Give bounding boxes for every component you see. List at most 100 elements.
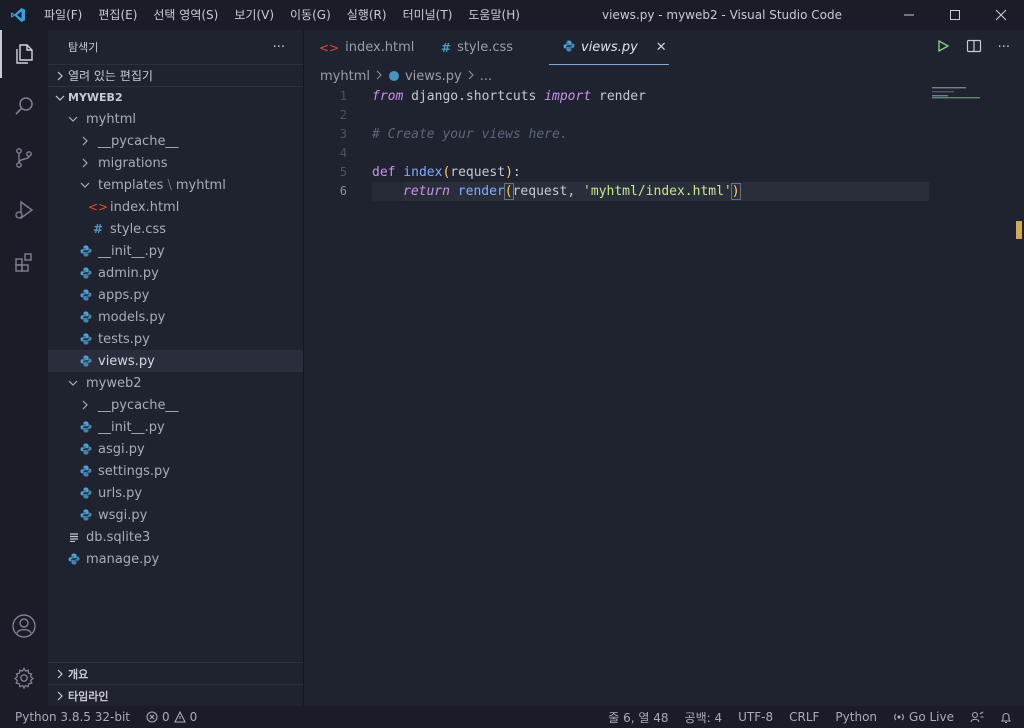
outline-section[interactable]: 개요: [48, 662, 303, 684]
tree-item[interactable]: __pycache__: [48, 394, 303, 416]
window-controls: [886, 0, 1024, 30]
run-debug-activity-button[interactable]: [0, 186, 48, 234]
code-comment: # Create your views here.: [372, 127, 568, 142]
cursor-position[interactable]: 줄 6, 열 48: [600, 709, 676, 726]
explorer-title: 탐색기: [68, 41, 99, 54]
tab-index-html[interactable]: <> index.html: [305, 30, 427, 65]
go-live-button[interactable]: Go Live: [885, 710, 962, 724]
minimap[interactable]: [930, 85, 1010, 105]
menu-file[interactable]: 파일(F): [36, 0, 90, 30]
python-file-icon: [78, 438, 94, 460]
vscode-logo-icon: [0, 0, 36, 30]
tab-bar: <> index.html # style.css views.py ✕ ···: [305, 30, 1024, 65]
open-editors-section[interactable]: 열려 있는 편집기: [48, 64, 303, 86]
indentation[interactable]: 공백: 4: [677, 709, 731, 726]
tree-item[interactable]: migrations: [48, 152, 303, 174]
python-file-icon: [388, 70, 400, 82]
chevron-down-icon: [52, 93, 68, 103]
code-line-4: 4: [305, 144, 1005, 163]
tree-item[interactable]: tests.py: [48, 328, 303, 350]
tree-item[interactable]: __pycache__: [48, 130, 303, 152]
menu-bar: 파일(F) 편집(E) 선택 영역(S) 보기(V) 이동(G) 실행(R) 터…: [36, 0, 528, 30]
tree-item[interactable]: <> index.html: [48, 196, 303, 218]
menu-run[interactable]: 실행(R): [339, 0, 395, 30]
import-name: render: [591, 89, 646, 104]
timeline-section[interactable]: 타임라인: [48, 684, 303, 706]
tab-label: style.css: [457, 40, 514, 55]
minimize-button[interactable]: [886, 0, 932, 30]
bell-icon: [1000, 712, 1012, 723]
tree-item[interactable]: myweb2: [48, 372, 303, 394]
menu-edit[interactable]: 편집(E): [90, 0, 145, 30]
close-window-button[interactable]: [978, 0, 1024, 30]
more-actions-button[interactable]: ···: [998, 40, 1010, 55]
line-number: 5: [339, 165, 347, 179]
chevron-down-icon: [66, 372, 80, 394]
source-control-activity-button[interactable]: [0, 134, 48, 182]
title-bar: 파일(F) 편집(E) 선택 영역(S) 보기(V) 이동(G) 실행(R) 터…: [0, 0, 1024, 30]
call-name: render: [449, 184, 505, 199]
tab-views-py[interactable]: views.py ✕: [549, 30, 669, 65]
tree-item[interactable]: __init__.py: [48, 240, 303, 262]
menu-terminal[interactable]: 터미널(T): [395, 0, 461, 30]
problems-indicator[interactable]: 0 0: [146, 710, 197, 724]
notifications-button[interactable]: [992, 711, 1024, 724]
files-icon: [16, 44, 33, 64]
breadcrumb-symbols[interactable]: ...: [480, 69, 492, 84]
breadcrumb-file[interactable]: views.py: [405, 69, 462, 84]
explorer-more-icon[interactable]: ···: [273, 40, 285, 55]
accounts-activity-button[interactable]: [0, 602, 48, 650]
tab-style-css[interactable]: # style.css: [427, 30, 545, 65]
vertical-scrollbar[interactable]: [1010, 87, 1024, 706]
tree-item[interactable]: views.py: [48, 350, 303, 372]
workspace-section[interactable]: MYWEB2: [48, 86, 303, 108]
tree-item[interactable]: settings.py: [48, 460, 303, 482]
tree-item[interactable]: wsgi.py: [48, 504, 303, 526]
tree-item[interactable]: __init__.py: [48, 416, 303, 438]
tree-item[interactable]: db.sqlite3: [48, 526, 303, 548]
breadcrumb: myhtml views.py ...: [305, 65, 1024, 87]
close-tab-icon[interactable]: ✕: [656, 40, 667, 55]
tree-item[interactable]: manage.py: [48, 548, 303, 570]
python-file-icon: [78, 240, 94, 262]
language-mode[interactable]: Python: [827, 710, 885, 724]
breadcrumb-folder[interactable]: myhtml: [320, 69, 370, 84]
run-python-button[interactable]: [936, 39, 950, 57]
feedback-button[interactable]: [962, 711, 992, 723]
warning-icon: [173, 711, 186, 723]
manage-activity-button[interactable]: [0, 654, 48, 702]
split-editor-button[interactable]: [966, 39, 982, 57]
keyword-def: def: [372, 165, 396, 180]
menu-go[interactable]: 이동(G): [282, 0, 339, 30]
chevron-right-icon: [78, 152, 92, 174]
chevron-down-icon: [78, 174, 92, 196]
maximize-button[interactable]: [932, 0, 978, 30]
tree-item-label: admin.py: [98, 265, 159, 281]
menu-view[interactable]: 보기(V): [226, 0, 282, 30]
tree-item[interactable]: models.py: [48, 306, 303, 328]
search-activity-button[interactable]: [0, 82, 48, 130]
explorer-activity-button[interactable]: [0, 30, 48, 78]
tree-item[interactable]: urls.py: [48, 482, 303, 504]
menu-selection[interactable]: 선택 영역(S): [145, 0, 226, 30]
tree-item[interactable]: myhtml: [48, 108, 303, 130]
tree-item[interactable]: admin.py: [48, 262, 303, 284]
encoding[interactable]: UTF-8: [730, 710, 781, 724]
tree-item[interactable]: asgi.py: [48, 438, 303, 460]
tree-item-label: templates: [98, 177, 164, 193]
path-separator: \: [167, 177, 172, 193]
tree-item-label: urls.py: [98, 485, 143, 501]
tree-item[interactable]: apps.py: [48, 284, 303, 306]
menu-help[interactable]: 도움말(H): [460, 0, 528, 30]
timeline-label: 타임라인: [68, 689, 109, 703]
end-of-line[interactable]: CRLF: [781, 710, 827, 724]
tree-item-label: __init__.py: [98, 243, 165, 259]
warning-count: 0: [189, 710, 198, 724]
module-name: django.shortcuts: [403, 89, 545, 104]
tree-item[interactable]: # style.css: [48, 218, 303, 240]
extensions-activity-button[interactable]: [0, 238, 48, 286]
code-editor[interactable]: 1 from django.shortcuts import render 2 …: [305, 87, 1005, 201]
python-interpreter[interactable]: Python 3.8.5 32-bit: [15, 710, 130, 724]
tree-item[interactable]: templates \ myhtml: [48, 174, 303, 196]
tree-item-label: manage.py: [86, 551, 160, 567]
